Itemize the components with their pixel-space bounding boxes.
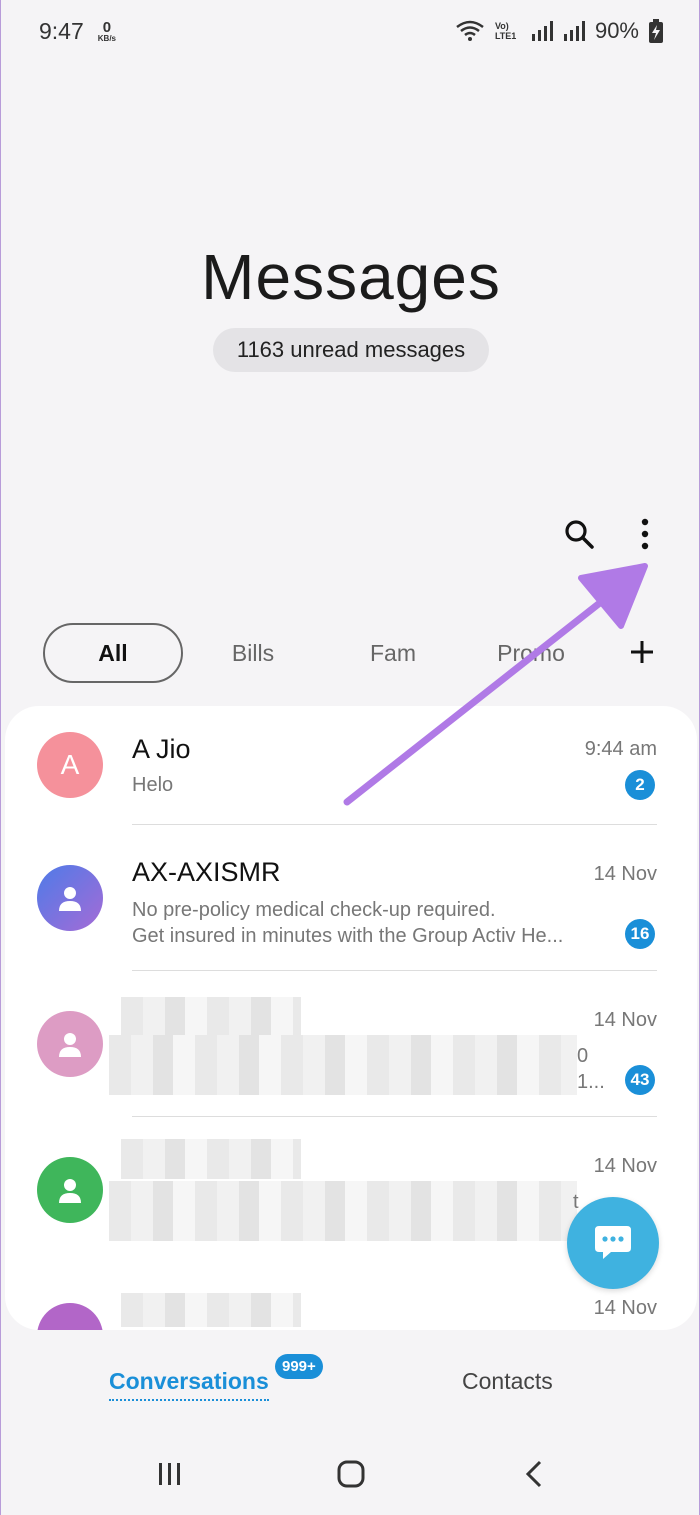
battery-charging-icon (649, 19, 663, 43)
tab-conversations[interactable]: Conversations (109, 1368, 269, 1401)
tab-promo[interactable]: Promo (463, 640, 599, 667)
new-message-fab[interactable] (567, 1197, 659, 1289)
avatar (37, 1011, 103, 1077)
more-options-button[interactable] (623, 512, 667, 556)
blurred-preview (109, 1181, 577, 1241)
back-icon (525, 1460, 542, 1488)
person-icon (59, 1033, 81, 1057)
plus-icon (631, 640, 653, 663)
contact-name: AX-AXISMR (132, 857, 281, 887)
avatar (37, 865, 103, 931)
add-category-button[interactable] (625, 632, 659, 675)
message-time: 14 Nov (593, 863, 657, 885)
net-speed: 0 KB/s (98, 20, 116, 43)
page-title: Messages (201, 241, 501, 313)
status-time: 9:47 (39, 17, 84, 44)
battery-percent: 90% (594, 18, 639, 43)
more-vert-icon (641, 518, 649, 550)
status-bar: 9:47 0 KB/s Vo) LTE1 90% (1, 0, 700, 62)
wifi-icon (456, 20, 484, 41)
blurred-name (121, 1139, 301, 1179)
avatar (37, 1303, 103, 1330)
header: Messages 1163 unread messages (1, 240, 700, 372)
tab-contacts[interactable]: Contacts (462, 1368, 553, 1395)
preview-tail: 0 (577, 1045, 589, 1067)
back-button[interactable] (512, 1452, 556, 1496)
home-button[interactable] (329, 1452, 373, 1496)
bottom-tabs: Conversations 999+ Contacts (1, 1352, 700, 1412)
message-time: 14 Nov (593, 1155, 657, 1177)
unread-badge: 2 (625, 770, 655, 800)
avatar: A (37, 732, 103, 798)
net-speed-unit: KB/s (97, 33, 116, 43)
conversation-row-a-jio[interactable]: A A Jio Helo 9:44 am 2 (5, 706, 697, 825)
person-icon (59, 887, 81, 911)
message-preview: Helo (132, 774, 174, 796)
tab-bills[interactable]: Bills (183, 640, 323, 667)
message-time: 14 Nov (593, 1009, 657, 1031)
recent-apps-button[interactable] (148, 1452, 192, 1496)
preview-tail: 1... (577, 1071, 605, 1093)
signal-icon-2 (563, 21, 585, 41)
message-time: 9:44 am (584, 738, 657, 760)
avatar (37, 1157, 103, 1223)
unread-badge: 16 (625, 919, 655, 949)
message-preview-line1: No pre-policy medical check-up required. (132, 899, 496, 921)
contact-name: A Jio (132, 734, 191, 764)
status-left: 9:47 0 KB/s (39, 18, 116, 45)
message-preview-line2: Get insured in minutes with the Group Ac… (132, 925, 564, 947)
conversation-row-ax-axismr[interactable]: AX-AXISMR No pre-policy medical check-up… (5, 825, 697, 971)
search-button[interactable] (557, 512, 601, 556)
blurred-preview (109, 1035, 577, 1095)
conversation-row-blurred-1[interactable]: 14 Nov 0 1... 43 (5, 971, 697, 1117)
blurred-name (121, 997, 301, 1035)
search-icon (565, 520, 594, 549)
conversations-badge: 999+ (275, 1354, 323, 1379)
message-time: 14 Nov (593, 1297, 657, 1319)
category-tabs: All Bills Fam Promo (43, 622, 659, 684)
person-icon (59, 1179, 81, 1203)
unread-count-pill: 1163 unread messages (212, 328, 490, 372)
chat-bubble-icon (595, 1226, 631, 1259)
unread-badge: 43 (625, 1065, 655, 1095)
tab-all[interactable]: All (43, 623, 183, 683)
signal-icon (531, 21, 553, 41)
net-speed-value: 0 (102, 18, 112, 36)
home-icon (337, 1460, 365, 1488)
tab-fam[interactable]: Fam (323, 640, 463, 667)
blurred-name (121, 1293, 301, 1327)
system-nav-bar (1, 1440, 700, 1510)
carrier-label: Vo) LTE1 (494, 21, 517, 41)
recent-apps-icon (159, 1463, 180, 1485)
status-right: Vo) LTE1 90% (455, 18, 663, 44)
